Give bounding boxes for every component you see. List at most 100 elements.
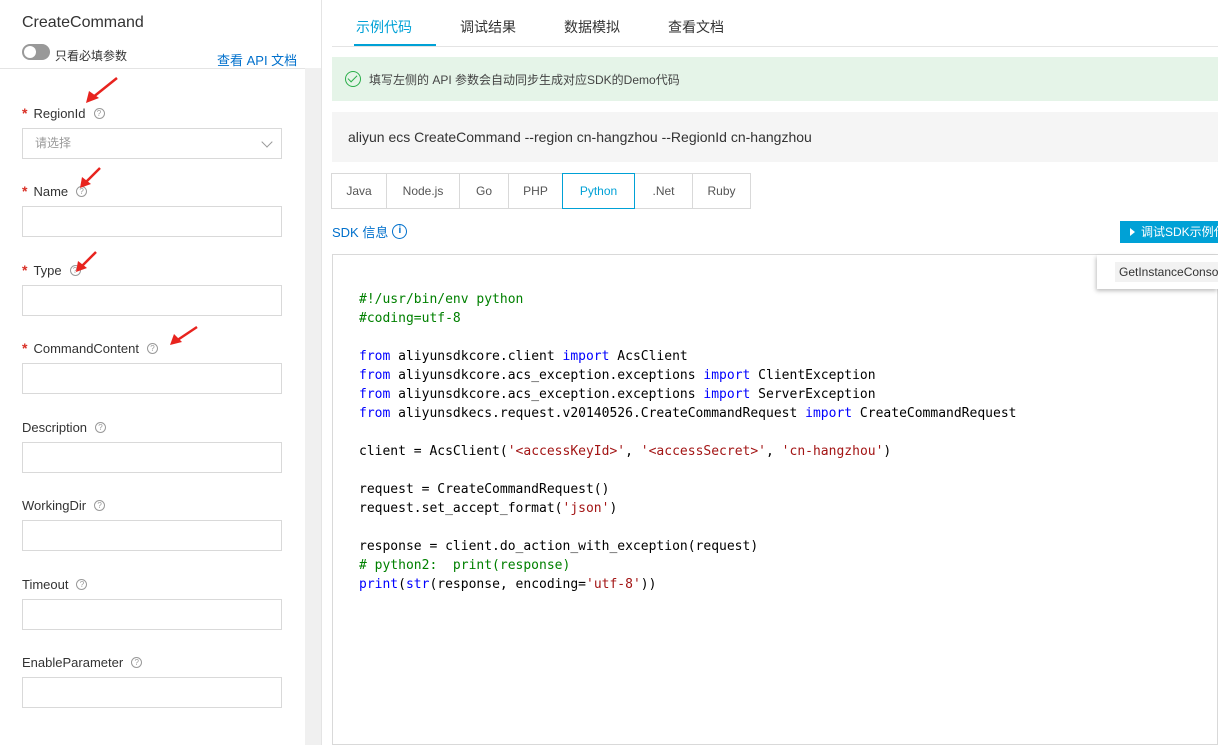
notice-text: 填写左侧的 API 参数会自动同步生成对应SDK的Demo代码 [369, 73, 680, 87]
code-token: import [703, 387, 751, 402]
required-mark: * [22, 183, 28, 199]
tab-bar: 示例代码 调试结果 数据模拟 查看文档 [332, 0, 1218, 47]
chevron-down-icon [261, 136, 273, 148]
code-token: ) [609, 501, 618, 516]
field-enableparameter: EnableParameter? [22, 653, 282, 708]
sdk-info-link[interactable]: SDK 信息 i [332, 222, 408, 241]
code-token: print [359, 577, 399, 592]
divider [0, 68, 305, 69]
help-icon[interactable]: ? [94, 499, 106, 511]
code-token: client = AcsClient( [359, 444, 508, 459]
code-line: request.set_accept_format('json') [359, 499, 1016, 518]
code-token: 'utf-8' [586, 577, 641, 592]
debug-sdk-label: 调试SDK示例代码 [1141, 225, 1218, 239]
api-explorer: CreateCommand 只看必填参数 查看 API 文档 * RegionId… [0, 0, 1218, 745]
toggle-knob [24, 46, 36, 58]
help-icon[interactable]: ? [95, 421, 107, 433]
field-label-text: Description [22, 419, 88, 435]
lang-tab-ruby[interactable]: Ruby [692, 173, 751, 209]
text-input[interactable] [22, 599, 282, 630]
field-label: Timeout? [22, 575, 282, 593]
field-workingdir: WorkingDir? [22, 496, 282, 551]
code-token: from [359, 387, 391, 402]
field-label-text: Type [33, 262, 62, 278]
required-mark: * [22, 105, 28, 121]
code-token: #coding=utf-8 [359, 311, 461, 326]
field-label: WorkingDir? [22, 496, 282, 514]
code-token: ServerException [750, 387, 876, 402]
field-commandcontent: * CommandContent? [22, 339, 282, 394]
code-token: str [405, 577, 430, 592]
code-line: from aliyunsdkcore.acs_exception.excepti… [359, 366, 1016, 385]
code-token: '<accessKeyId>' [507, 444, 626, 459]
code-token: request = CreateCommandRequest() [359, 482, 610, 497]
field-label-text: WorkingDir [22, 497, 87, 513]
language-tabs: Java Node.js Go PHP Python .Net Ruby [331, 173, 751, 209]
code-line: print(str(response, encoding='utf-8')) [359, 575, 1016, 594]
help-icon[interactable]: ? [131, 656, 143, 668]
annotation-arrow-icon [86, 77, 118, 103]
field-label-text: RegionId [33, 105, 86, 121]
field-label-text: Name [33, 183, 69, 199]
code-token: 'json' [562, 501, 610, 516]
info-icon: i [392, 224, 408, 239]
text-input[interactable] [22, 520, 282, 551]
lang-tab-nodejs[interactable]: Node.js [386, 173, 460, 209]
lang-tab-java[interactable]: Java [331, 173, 387, 209]
tab-debug-result[interactable]: 调试结果 [460, 17, 516, 37]
code-line: request = CreateCommandRequest() [359, 480, 1016, 499]
annotation-arrow-icon [76, 251, 97, 272]
check-circle-icon [345, 71, 361, 87]
field-name: * Name? [22, 182, 282, 237]
tab-data-mock[interactable]: 数据模拟 [564, 17, 620, 37]
field-label: EnableParameter? [22, 653, 282, 671]
field-label: * Type? [22, 261, 282, 279]
code-token: request.set_accept_format( [359, 501, 563, 516]
cli-command: aliyun ecs CreateCommand --region cn-han… [332, 112, 1218, 162]
code-token: CreateCommandRequest [852, 406, 1017, 421]
code-token: AcsClient [609, 349, 688, 364]
field-label: * CommandContent? [22, 339, 282, 357]
lang-tab-php[interactable]: PHP [508, 173, 563, 209]
lang-tab-go[interactable]: Go [459, 173, 509, 209]
text-input[interactable] [22, 206, 282, 237]
view-api-doc-link[interactable]: 查看 API 文档 [217, 50, 297, 69]
annotation-arrow-icon [170, 325, 198, 345]
lang-tab-python[interactable]: Python [562, 173, 635, 209]
code-token: ClientException [750, 368, 876, 383]
api-suggestion-dropdown: GetInstanceConsoleOutput [1097, 255, 1218, 289]
lang-tab-dotnet[interactable]: .Net [634, 173, 693, 209]
code-token: import [562, 349, 610, 364]
suggestion-item[interactable]: GetInstanceConsoleOutput [1115, 262, 1218, 282]
parameter-panel: CreateCommand 只看必填参数 查看 API 文档 * RegionId… [0, 0, 322, 745]
code-token: , [766, 444, 782, 459]
help-icon[interactable]: ? [76, 578, 88, 590]
required-only-toggle[interactable] [22, 44, 50, 60]
text-input[interactable] [22, 442, 282, 473]
field-label-text: Timeout [22, 576, 69, 592]
field-label-text: CommandContent [33, 340, 139, 356]
debug-sdk-button[interactable]: 调试SDK示例代码 [1120, 221, 1218, 243]
field-description: Description? [22, 418, 282, 473]
help-icon[interactable]: ? [146, 342, 158, 354]
text-input[interactable] [22, 677, 282, 708]
text-input[interactable] [22, 285, 282, 316]
left-scrollbar[interactable] [305, 68, 321, 745]
required-mark: * [22, 340, 28, 356]
code-token: ) [883, 444, 892, 459]
code-line: # python2: print(response) [359, 556, 1016, 575]
text-input[interactable] [22, 363, 282, 394]
play-icon [1130, 228, 1135, 236]
field-timeout: Timeout? [22, 575, 282, 630]
field-label-text: EnableParameter [22, 654, 124, 670]
help-icon[interactable]: ? [93, 107, 105, 119]
region-select[interactable]: 请选择 [22, 128, 282, 159]
tab-sample-code[interactable]: 示例代码 [356, 17, 412, 37]
code-token: , [625, 444, 641, 459]
code-line: from aliyunsdkecs.request.v20140526.Crea… [359, 404, 1016, 423]
tab-view-docs[interactable]: 查看文档 [668, 17, 724, 37]
